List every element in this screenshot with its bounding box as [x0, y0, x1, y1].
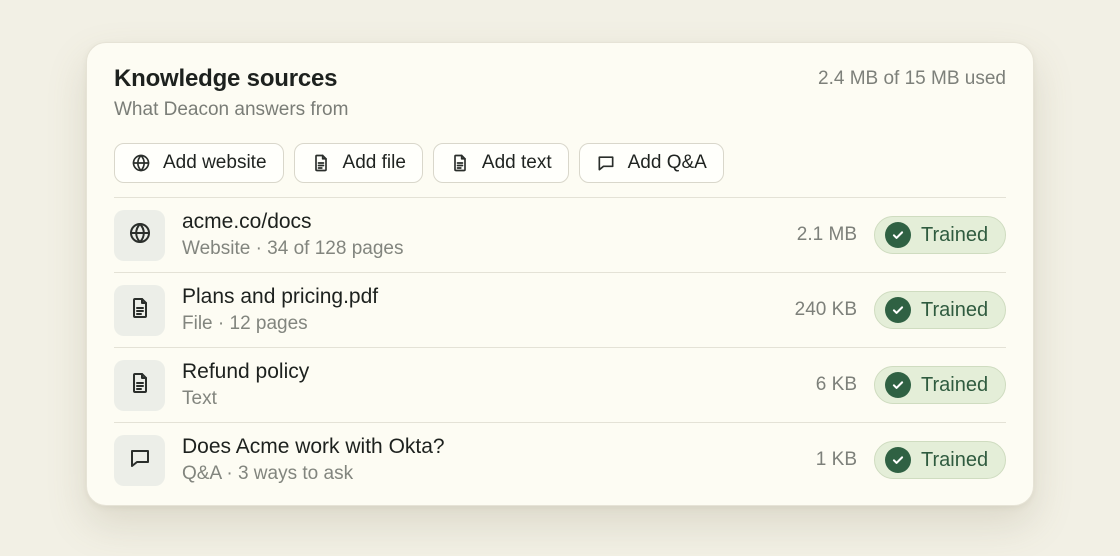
list-item[interactable]: Does Acme work with Okta? Q&A · 3 ways t…	[114, 422, 1006, 497]
status-badge: Trained	[874, 441, 1006, 479]
knowledge-sources-card: Knowledge sources What Deacon answers fr…	[86, 42, 1034, 506]
add-source-toolbar: Add website Add file Add text Add Q&A	[114, 143, 724, 183]
source-type-tile	[114, 360, 165, 411]
check-icon	[885, 447, 911, 473]
source-size: 2.1 MB	[796, 224, 857, 245]
list-item[interactable]: acme.co/docs Website · 34 of 128 pages 2…	[114, 197, 1006, 272]
card-header: Knowledge sources What Deacon answers fr…	[114, 43, 1006, 143]
check-icon	[885, 297, 911, 323]
source-meta: Text	[182, 388, 217, 409]
status-badge: Trained	[874, 291, 1006, 329]
source-name: Does Acme work with Okta?	[182, 435, 445, 458]
source-size: 240 KB	[794, 299, 857, 320]
add-text-label: Add text	[481, 152, 552, 173]
storage-usage: 2.4 MB of 15 MB used	[818, 68, 1006, 89]
source-size: 1 KB	[815, 449, 857, 470]
source-name: Plans and pricing.pdf	[182, 285, 379, 308]
add-file-label: Add file	[342, 152, 406, 173]
chat-icon	[596, 153, 616, 173]
status-label: Trained	[921, 448, 989, 471]
list-item[interactable]: Plans and pricing.pdf File · 12 pages 24…	[114, 272, 1006, 347]
file-icon	[311, 153, 331, 173]
file-icon	[128, 296, 152, 325]
add-qa-label: Add Q&A	[627, 152, 707, 173]
sources-list: acme.co/docs Website · 34 of 128 pages 2…	[114, 197, 1006, 497]
status-badge: Trained	[874, 366, 1006, 404]
list-item[interactable]: Refund policy Text 6 KB Trained	[114, 347, 1006, 422]
check-icon	[885, 372, 911, 398]
source-meta: Q&A · 3 ways to ask	[182, 463, 354, 484]
add-text-button[interactable]: Add text	[432, 143, 569, 183]
status-label: Trained	[921, 223, 989, 246]
add-website-label: Add website	[163, 152, 267, 173]
source-name: acme.co/docs	[182, 210, 312, 233]
check-icon	[885, 222, 911, 248]
source-type-tile	[114, 210, 165, 261]
add-website-button[interactable]: Add website	[114, 143, 284, 183]
chat-icon	[128, 446, 152, 475]
status-label: Trained	[921, 373, 989, 396]
source-type-tile	[114, 285, 165, 336]
source-meta: Website · 34 of 128 pages	[182, 238, 404, 259]
page-subtitle: What Deacon answers from	[114, 99, 349, 120]
globe-icon	[128, 221, 152, 250]
source-meta: File · 12 pages	[182, 313, 308, 334]
text-doc-icon	[128, 371, 152, 400]
source-type-tile	[114, 435, 165, 486]
source-size: 6 KB	[815, 374, 857, 395]
add-file-button[interactable]: Add file	[293, 143, 423, 183]
status-badge: Trained	[874, 216, 1006, 254]
add-qa-button[interactable]: Add Q&A	[578, 143, 724, 183]
status-label: Trained	[921, 298, 989, 321]
globe-icon	[131, 153, 151, 173]
source-name: Refund policy	[182, 360, 310, 383]
page-title: Knowledge sources	[114, 65, 338, 92]
text-doc-icon	[450, 153, 470, 173]
